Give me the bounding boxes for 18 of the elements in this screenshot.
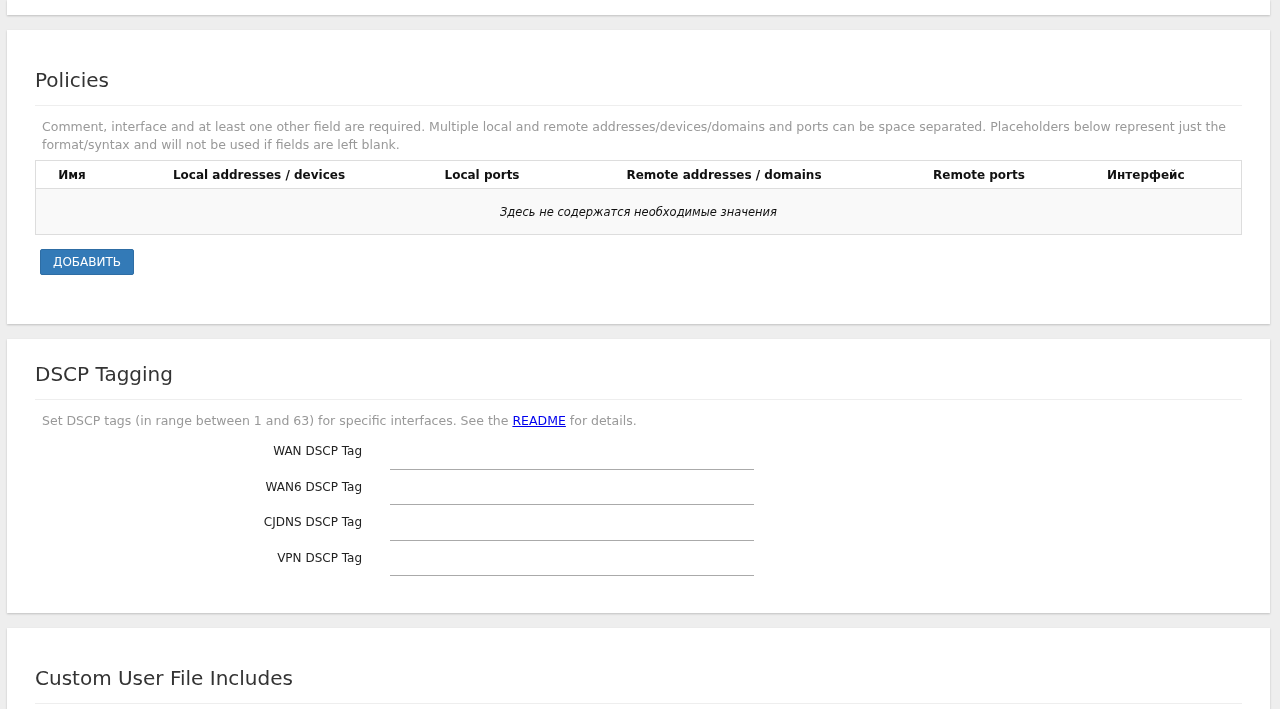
section-description: Set DSCP tags (in range between 1 and 63) for specific interfaces. See the README for details. [42,412,638,430]
add-button[interactable]: ДОБАВИТЬ [40,249,135,275]
field-label: WAN DSCP Tag [272,443,362,460]
column-header: Имя [57,167,87,182]
field-label: CJDNS DSCP Tag [262,514,362,531]
field-label: VPN DSCP Tag [276,549,362,567]
section-title: Policies [35,68,1242,106]
readme-link[interactable]: README [512,413,566,428]
column-header: Local ports [443,167,521,182]
section-title: Custom User File Includes [35,666,1242,704]
column-header: Интерфейс [1106,167,1186,182]
column-header: Remote ports [932,167,1026,182]
empty-message: Здесь не содержатся необходимые значения [500,204,777,219]
field-label: WAN6 DSCP Tag [264,478,362,496]
section-description: Comment, interface and at least one other field are required. Multiple local and remote addresses/devices/domains and ports can be space separated. Placeholders below represent just the format/syntax and will not be used if fields are left blank. [42,118,1228,154]
column-header: Local addresses / devices [171,167,347,182]
section-title: DSCP Tagging [35,362,1242,400]
column-header: Remote addresses / domains [625,167,823,182]
